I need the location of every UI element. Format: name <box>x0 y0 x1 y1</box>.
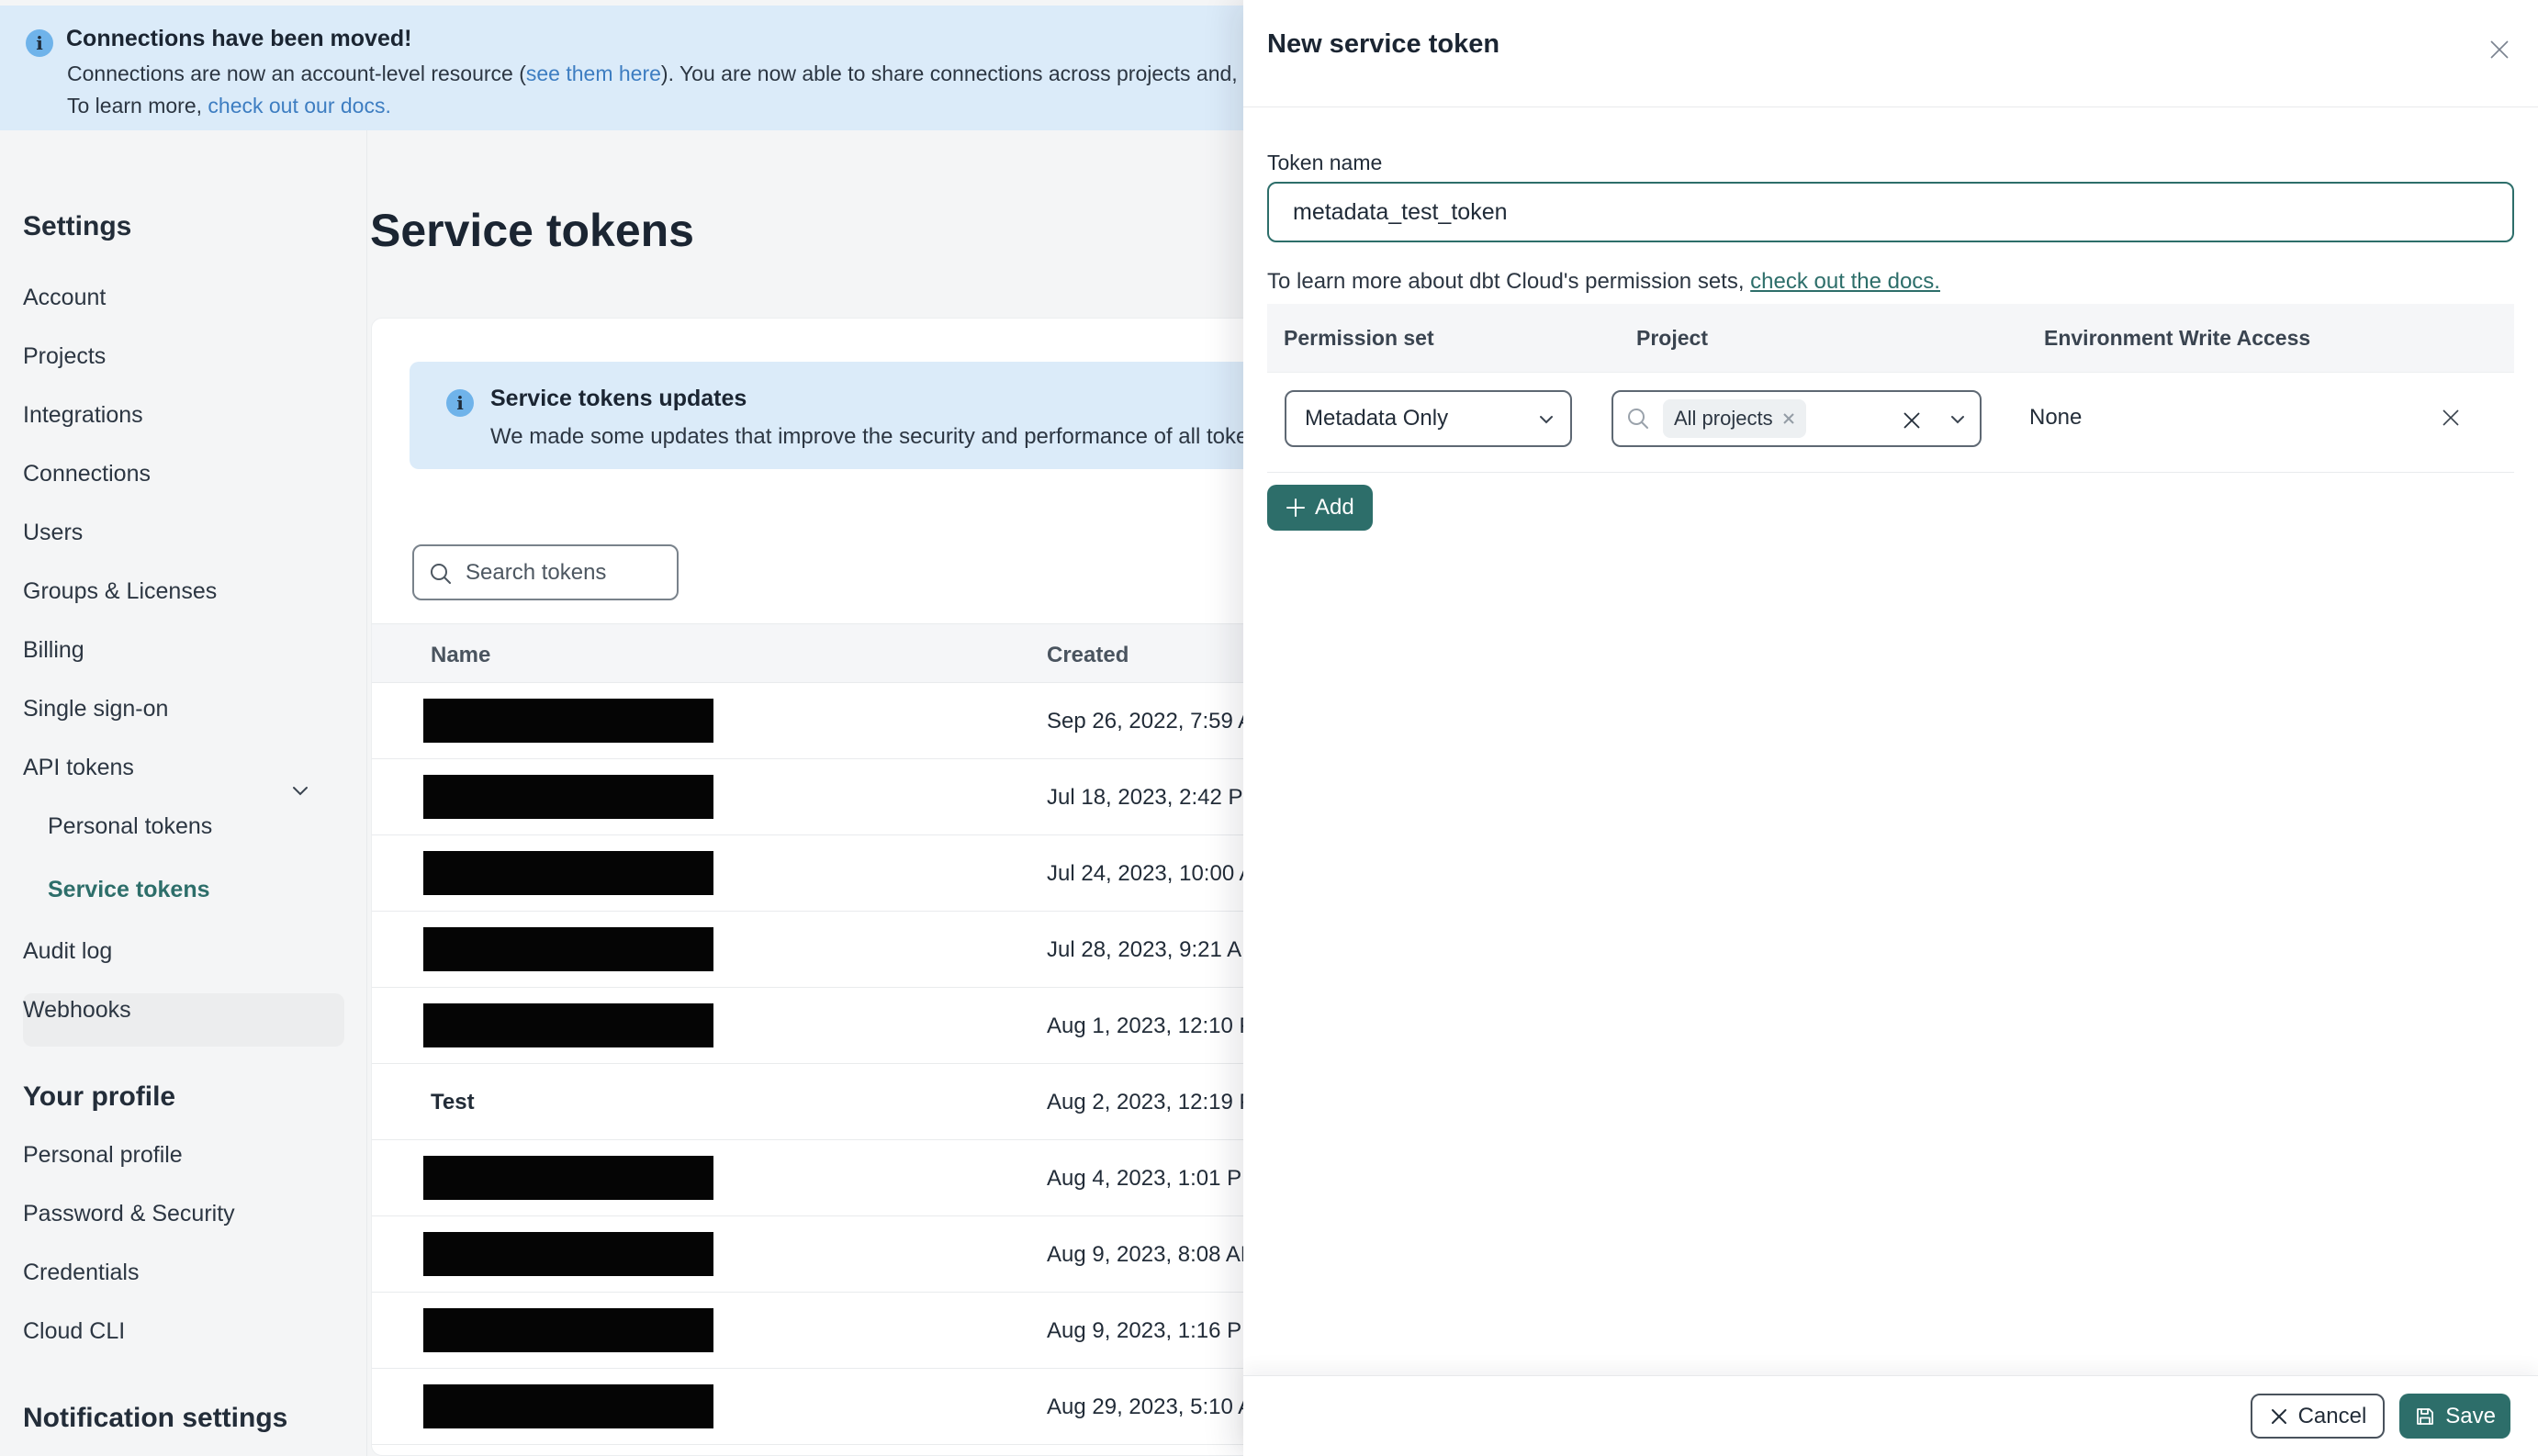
chip-remove-icon[interactable] <box>1782 412 1795 425</box>
sidebar-item-audit-log[interactable]: Audit log <box>0 922 367 980</box>
settings-sidebar: Settings Account Projects Integrations C… <box>0 130 367 1456</box>
see-them-here-link[interactable]: see them here <box>526 62 661 85</box>
save-icon <box>2417 1407 2434 1425</box>
sidebar-item-groups-licenses[interactable]: Groups & Licenses <box>0 562 367 621</box>
column-header-created: Created <box>1047 643 1129 667</box>
permission-docs-line: To learn more about dbt Cloud's permissi… <box>1267 269 1940 294</box>
plus-icon <box>1286 498 1305 517</box>
sidebar-item-integrations[interactable]: Integrations <box>0 386 367 444</box>
project-chip: All projects <box>1663 399 1806 438</box>
column-header-permission-set: Permission set <box>1284 326 1434 350</box>
search-input[interactable] <box>466 546 668 599</box>
close-icon <box>2271 1408 2286 1424</box>
environment-write-access-value[interactable]: None <box>2029 405 2082 431</box>
sidebar-heading-your-profile: Your profile <box>23 1081 176 1112</box>
sidebar-item-service-tokens[interactable]: Service tokens <box>0 860 367 919</box>
token-name: Test <box>431 1090 475 1114</box>
token-name-label: Token name <box>1267 151 1383 174</box>
sidebar-item-account[interactable]: Account <box>0 268 367 327</box>
token-name-input[interactable] <box>1267 182 2514 242</box>
check-out-the-docs-link[interactable]: check out the docs. <box>1750 269 1940 294</box>
redacted-token-name <box>423 927 713 971</box>
sidebar-item-credentials[interactable]: Credentials <box>0 1243 367 1302</box>
sidebar-item-projects[interactable]: Projects <box>0 327 367 386</box>
banner-body: Connections are now an account-level res… <box>67 62 1374 86</box>
sidebar-item-webhooks[interactable]: Webhooks <box>0 980 367 1039</box>
chevron-down-icon[interactable] <box>1950 413 1965 430</box>
redacted-token-name <box>423 699 713 743</box>
column-header-project: Project <box>1636 326 1708 350</box>
info-icon: i <box>446 389 474 417</box>
redacted-token-name <box>423 1232 713 1276</box>
sidebar-heading-settings: Settings <box>23 211 132 241</box>
chevron-down-icon <box>1539 413 1554 430</box>
sidebar-item-api-tokens[interactable]: API tokens <box>0 738 367 797</box>
row-divider <box>1267 472 2514 473</box>
banner-more-text: To learn more, <box>67 94 208 118</box>
sidebar-item-single-sign-on[interactable]: Single sign-on <box>0 679 367 738</box>
check-out-docs-link[interactable]: check out our docs. <box>208 94 390 118</box>
redacted-token-name <box>423 775 713 819</box>
redacted-token-name <box>423 1003 713 1047</box>
redacted-token-name <box>423 1308 713 1352</box>
cancel-button-label: Cancel <box>2297 1403 2367 1428</box>
save-button-label: Save <box>2445 1403 2496 1428</box>
remove-row-icon[interactable] <box>2439 406 2463 434</box>
clear-selection-icon[interactable] <box>1901 409 1923 436</box>
search-tokens-box <box>412 544 679 600</box>
infobox-title: Service tokens updates <box>490 386 747 411</box>
column-header-name: Name <box>431 643 491 667</box>
redacted-token-name <box>423 1384 713 1428</box>
panel-header-divider <box>1243 106 2538 107</box>
redacted-token-name <box>423 1156 713 1200</box>
sidebar-item-password-security[interactable]: Password & Security <box>0 1184 367 1243</box>
info-icon: i <box>26 29 53 57</box>
close-icon[interactable] <box>2485 35 2514 64</box>
permission-set-value: Metadata Only <box>1305 406 1449 431</box>
sidebar-item-cloud-cli[interactable]: Cloud CLI <box>0 1302 367 1361</box>
sidebar-item-billing[interactable]: Billing <box>0 621 367 679</box>
add-permission-button[interactable]: Add <box>1267 485 1373 531</box>
cancel-button[interactable]: Cancel <box>2250 1394 2386 1439</box>
banner-body-text: Connections are now an account-level res… <box>67 62 526 85</box>
permission-set-select[interactable]: Metadata Only <box>1285 390 1572 447</box>
project-multiselect[interactable]: All projects <box>1612 390 1982 447</box>
search-icon <box>1628 409 1648 429</box>
page-title: Service tokens <box>370 205 694 256</box>
redacted-token-name <box>423 851 713 895</box>
add-button-label: Add <box>1315 495 1354 520</box>
sidebar-item-personal-profile[interactable]: Personal profile <box>0 1126 367 1184</box>
search-icon <box>431 564 451 584</box>
banner-title: Connections have been moved! <box>66 26 412 51</box>
infobox-body: We made some updates that improve the se… <box>490 424 1352 449</box>
sidebar-item-users[interactable]: Users <box>0 503 367 562</box>
save-button[interactable]: Save <box>2399 1394 2510 1439</box>
permission-row: Metadata Only All projects None <box>1243 390 2538 447</box>
project-chip-label: All projects <box>1674 407 1773 430</box>
permissions-table-header: Permission set Project Environment Write… <box>1267 304 2514 373</box>
sidebar-heading-notification-settings: Notification settings <box>23 1403 288 1433</box>
column-header-environment-write-access: Environment Write Access <box>2044 326 2311 350</box>
new-service-token-panel: New service token Token name To learn mo… <box>1243 0 2538 1456</box>
sidebar-item-personal-tokens[interactable]: Personal tokens <box>0 797 367 856</box>
panel-footer: Cancel Save <box>1243 1375 2538 1456</box>
sidebar-item-connections[interactable]: Connections <box>0 444 367 503</box>
panel-title: New service token <box>1267 29 1500 59</box>
banner-more: To learn more, check out our docs. <box>67 94 391 118</box>
